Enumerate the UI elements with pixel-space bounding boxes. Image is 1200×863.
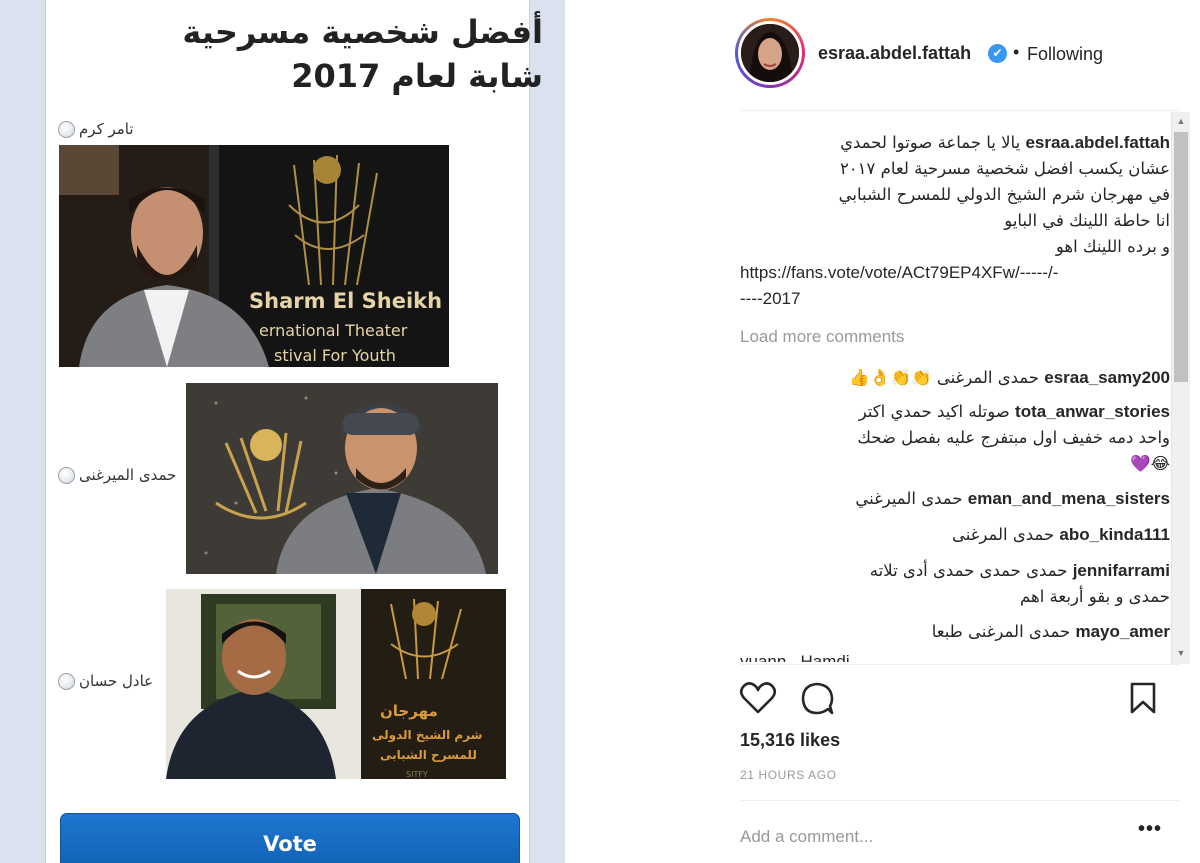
comment-text: حمدى حمدى حمدى أدى تلاته <box>869 561 1068 580</box>
photo-banner-text-ar-4: SITFY <box>406 770 428 779</box>
post-timestamp[interactable]: 21 HOURS AGO <box>740 768 837 782</box>
caption-line-5: و برده اللينك اهو <box>1055 237 1170 256</box>
comment-text: حمدى المرغنى <box>951 525 1055 544</box>
load-more-comments-button[interactable]: Load more comments <box>740 327 904 347</box>
poll-option-2[interactable]: حمدى الميرغنى <box>58 466 176 484</box>
post-image: أفضل شخصية مسرحية شابة لعام 2017 تامر كر… <box>0 0 565 863</box>
photo-banner-text-ar-1: مهرجان <box>380 702 438 720</box>
heart-icon[interactable] <box>738 678 778 718</box>
caption-line-2: عشان يكسب افضل شخصية مسرحية لعام ٢٠١٧ <box>839 159 1170 178</box>
comment-username[interactable]: mayo_amer <box>1075 622 1170 641</box>
caption-line-1: esraa.abdel.fattah يالا يا جماعة صوتوا ل… <box>840 133 1170 152</box>
poll-option-2-label: حمدى الميرغنى <box>79 466 177 484</box>
comments-list: esraa.abdel.fattah يالا يا جماعة صوتوا ل… <box>720 112 1200 664</box>
comment-item: mayo_amer حمدى المرغنى طبعا <box>740 619 1170 645</box>
scroll-up-arrow-icon[interactable]: ▲ <box>1172 112 1190 130</box>
photo-banner-text-ar-2: شرم الشيخ الدولى <box>372 728 482 743</box>
header-username[interactable]: esraa.abdel.fattah <box>818 43 971 64</box>
poll-option-1-label: تامر كرم <box>79 120 134 138</box>
caption-link-cont[interactable]: ----2017 <box>740 286 1170 312</box>
comment-text-line-2: واحد دمه خفيف اول مبتفرج عليه بفصل ضحك <box>857 428 1170 447</box>
comment-username[interactable]: jennifarrami <box>1073 561 1170 580</box>
header-separator: • <box>1013 42 1020 62</box>
comment-text: حمدى الميرغني <box>855 489 963 508</box>
scroll-down-arrow-icon[interactable]: ▼ <box>1172 644 1190 662</box>
comment-item: esraa_samy200 حمدى المرغنى 👏👏👌👍 <box>740 365 1170 391</box>
radio-button-icon[interactable] <box>58 466 75 484</box>
header-divider <box>740 110 1180 111</box>
comment-text: حمدى المرغنى <box>936 368 1040 387</box>
bookmark-icon[interactable] <box>1123 678 1163 718</box>
poll-option-3[interactable]: عادل حسان <box>58 672 153 690</box>
vote-button[interactable]: Vote <box>60 813 520 863</box>
likes-count[interactable]: 15,316 likes <box>740 730 840 751</box>
footer-divider <box>740 800 1180 801</box>
comment-item: eman_and_mena_sisters حمدى الميرغني <box>740 486 1170 512</box>
caption-line-3: في مهرجان شرم الشيخ الدولي للمسرح الشباب… <box>838 185 1170 204</box>
comment-username[interactable]: esraa_samy200 <box>1044 368 1170 387</box>
comment-icon[interactable] <box>798 678 838 718</box>
more-options-icon[interactable]: ••• <box>1138 818 1162 841</box>
comment-text-line-2: حمدى و بقو أربعة اهم <box>1020 587 1170 606</box>
photo-banner-text-3: stival For Youth <box>274 346 396 365</box>
photo-banner-text-1: Sharm El Sheikh <box>249 289 442 313</box>
verified-badge-icon: ✔ <box>988 44 1007 63</box>
comment-item: abo_kinda111 حمدى المرغنى <box>740 522 1170 548</box>
candidate-photo-1: Sharm El Sheikh ernational Theater stiva… <box>59 145 449 367</box>
comment-text: صوتله اكيد حمدي اكتر <box>858 402 1010 421</box>
comment-item: jennifarrami حمدى حمدى حمدى أدى تلاته حم… <box>740 558 1170 610</box>
comment-item-partial: yuann_ Hamdi <box>740 652 850 662</box>
photo-banner-text-2: ernational Theater <box>259 321 408 340</box>
comment-username[interactable]: eman_and_mena_sisters <box>968 489 1170 508</box>
poll-option-3-label: عادل حسان <box>79 672 154 690</box>
poll-option-1[interactable]: تامر كرم <box>58 120 134 138</box>
comment-username[interactable]: tota_anwar_stories <box>1015 402 1170 421</box>
candidate-photo-2 <box>186 383 498 574</box>
candidate-photo-3: مهرجان شرم الشيخ الدولى للمسرح الشبابى S… <box>166 589 506 779</box>
comment-emoji: 😂💜 <box>1130 454 1170 473</box>
photo-banner-text-ar-3: للمسرح الشبابى <box>380 748 477 762</box>
comments-divider <box>740 664 1180 665</box>
caption-link[interactable]: https://fans.vote/vote/ACt79EP4XFw/-----… <box>740 260 1170 286</box>
poll-title: أفضل شخصية مسرحية شابة لعام 2017 <box>182 13 543 95</box>
comment-username[interactable]: abo_kinda111 <box>1059 525 1170 544</box>
caption: esraa.abdel.fattah يالا يا جماعة صوتوا ل… <box>740 130 1170 312</box>
radio-button-icon[interactable] <box>58 672 75 690</box>
scrollbar-thumb[interactable] <box>1174 132 1188 382</box>
caption-line-4: انا حاطة اللينك في البايو <box>1004 211 1170 230</box>
caption-username[interactable]: esraa.abdel.fattah <box>1025 133 1170 152</box>
comment-item: tota_anwar_stories صوتله اكيد حمدي اكتر … <box>740 399 1170 477</box>
post-header: esraa.abdel.fattah ✔ • Following <box>720 0 1200 110</box>
avatar[interactable] <box>738 21 802 85</box>
comment-text: حمدى المرغنى طبعا <box>931 622 1071 641</box>
following-button[interactable]: Following <box>1027 44 1103 65</box>
add-comment-input[interactable] <box>740 824 1120 850</box>
radio-button-icon[interactable] <box>58 120 75 138</box>
post-side-panel: esraa.abdel.fattah ✔ • Following esraa.a… <box>720 0 1200 863</box>
comment-emoji: 👏👏👌👍 <box>849 368 932 387</box>
story-ring[interactable] <box>735 18 805 88</box>
comments-scrollbar[interactable]: ▲ ▼ <box>1171 112 1190 664</box>
